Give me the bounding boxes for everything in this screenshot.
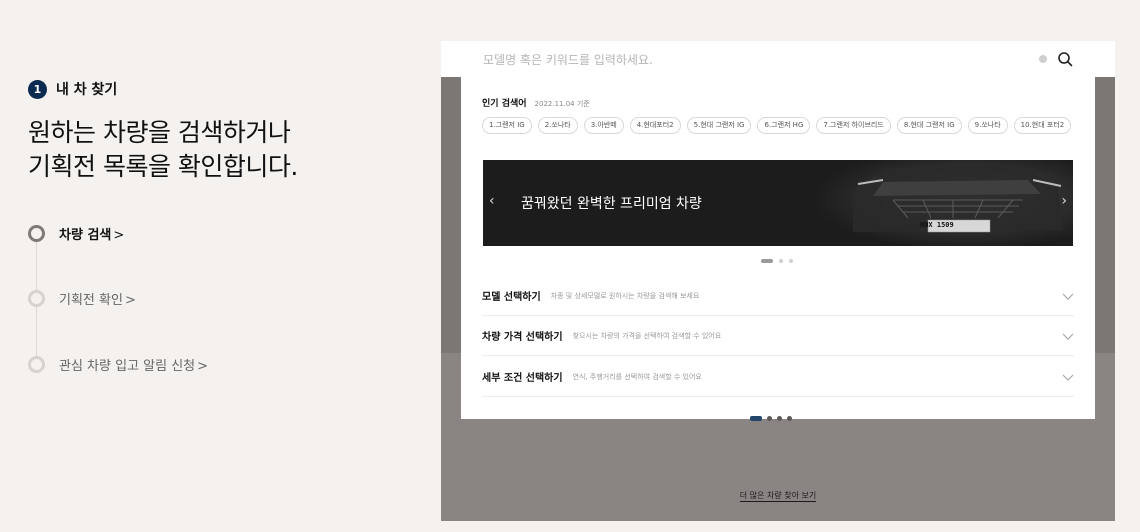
popular-search-header: 인기 검색어 2022.11.04 기준 — [482, 96, 590, 109]
chevron-down-icon[interactable] — [1062, 290, 1074, 302]
timeline-item-arrival-alert[interactable]: 관심 차량 입고 알림 신청 > — [28, 355, 208, 374]
step-number-badge: 1 — [28, 79, 47, 99]
keyword-chip[interactable]: 5.현대 그랜저 IG — [686, 117, 752, 134]
car-front-image — [813, 160, 1073, 246]
chevron-right-icon[interactable]: › — [1061, 193, 1067, 209]
keyword-chip[interactable]: 3.아반떼 — [583, 117, 624, 134]
timeline-item-vehicle-search[interactable]: 차량 검색 > — [28, 224, 124, 243]
accordion-price-select[interactable]: 차량 가격 선택하기 찾으시는 차량의 가격을 선택하여 검색할 수 있어요 — [482, 316, 1074, 356]
accordion-desc: 찾으시는 차량의 가격을 선택하여 검색할 수 있어요 — [572, 331, 722, 340]
background-pagination — [750, 416, 792, 421]
headline-line-1: 원하는 차량을 검색하거나 — [28, 118, 291, 147]
search-input[interactable]: 모델명 혹은 키워드를 입력하세요. — [483, 51, 653, 68]
timeline-label: 기획전 확인 — [59, 293, 123, 308]
keyword-chip[interactable]: 1.그랜저 IG — [482, 117, 532, 134]
pagination-dot — [787, 416, 792, 421]
chevron-right-icon: > — [113, 228, 125, 243]
timeline-label: 차량 검색 — [59, 228, 112, 243]
keyword-chip[interactable]: 9.쏘나타 — [967, 117, 1008, 134]
search-dropdown-panel: 인기 검색어 2022.11.04 기준 1.그랜저 IG 2.쏘나타 3.아반… — [461, 77, 1095, 419]
timeline-dot-icon — [28, 290, 45, 307]
promo-banner[interactable]: HNX 1509 꿈꿔왔던 완벽한 프리미엄 차량 ‹ › — [483, 160, 1073, 246]
search-icon[interactable] — [1057, 51, 1073, 67]
pagination-dot[interactable] — [779, 259, 783, 263]
search-clear-dot — [1039, 55, 1047, 63]
keyword-chip[interactable]: 7.그랜저 하이브리드 — [816, 117, 891, 134]
license-plate-text: HNX 1509 — [920, 221, 954, 229]
search-bar[interactable]: 모델명 혹은 키워드를 입력하세요. — [441, 41, 1115, 77]
accordion-desc: 차종 및 상세모델로 원하시는 차량을 검색해 보세요 — [550, 291, 700, 300]
page-headline: 원하는 차량을 검색하거나 기획전 목록을 확인합니다. — [28, 116, 298, 184]
pagination-dot — [777, 416, 782, 421]
more-vehicles-link[interactable]: 더 많은 차량 찾아 보기 — [739, 491, 817, 502]
step-label: 내 차 찾기 — [56, 82, 118, 98]
chevron-right-icon: > — [197, 359, 209, 374]
accordion-title: 차량 가격 선택하기 — [482, 332, 563, 343]
pagination-dot-active — [750, 416, 762, 421]
pagination-dot[interactable] — [789, 259, 793, 263]
pagination-dot — [767, 416, 772, 421]
popular-search-date: 2022.11.04 기준 — [534, 100, 590, 108]
timeline-dot-icon — [28, 356, 45, 373]
accordion-detail-select[interactable]: 세부 조건 선택하기 연식, 주행거리를 선택하여 검색할 수 있어요 — [482, 357, 1074, 397]
keyword-chip[interactable]: 2.쏘나타 — [537, 117, 578, 134]
banner-pagination — [761, 259, 793, 263]
timeline-label: 관심 차량 입고 알림 신청 — [59, 359, 196, 374]
chevron-left-icon[interactable]: ‹ — [489, 193, 495, 209]
banner-headline: 꿈꿔왔던 완벽한 프리미엄 차량 — [521, 196, 702, 212]
chevron-right-icon: > — [124, 293, 136, 308]
chevron-down-icon[interactable] — [1062, 371, 1074, 383]
timeline-item-exhibition-check[interactable]: 기획전 확인 > — [28, 289, 136, 308]
accordion-model-select[interactable]: 모델 선택하기 차종 및 상세모델로 원하시는 차량을 검색해 보세요 — [482, 276, 1074, 316]
pagination-dot-active[interactable] — [761, 259, 773, 263]
step-header: 1 내 차 찾기 — [28, 79, 117, 99]
more-vehicles-link-wrap: 더 많은 차량 찾아 보기 — [441, 483, 1115, 502]
headline-line-2: 기획전 목록을 확인합니다. — [28, 152, 298, 181]
keyword-chip[interactable]: 4.현대포터2 — [629, 117, 681, 134]
keyword-chip[interactable]: 8.현대 그랜저 IG — [896, 117, 962, 134]
chevron-down-icon[interactable] — [1062, 330, 1074, 342]
popular-search-title: 인기 검색어 — [482, 99, 527, 109]
timeline-dot-icon — [28, 225, 45, 242]
accordion-title: 모델 선택하기 — [482, 292, 541, 303]
keyword-chip[interactable]: 6.그랜저 HG — [757, 117, 811, 134]
accordion-desc: 연식, 주행거리를 선택하여 검색할 수 있어요 — [572, 372, 702, 381]
search-ui-mockup: 모델명 혹은 키워드를 입력하세요. 인기 검색어 2022.11.04 기준 … — [441, 41, 1115, 521]
keyword-chip[interactable]: 10.현대 포터2 — [1013, 117, 1072, 134]
accordion-title: 세부 조건 선택하기 — [482, 373, 563, 384]
popular-keyword-chips: 1.그랜저 IG 2.쏘나타 3.아반떼 4.현대포터2 5.현대 그랜저 IG… — [482, 117, 1072, 134]
